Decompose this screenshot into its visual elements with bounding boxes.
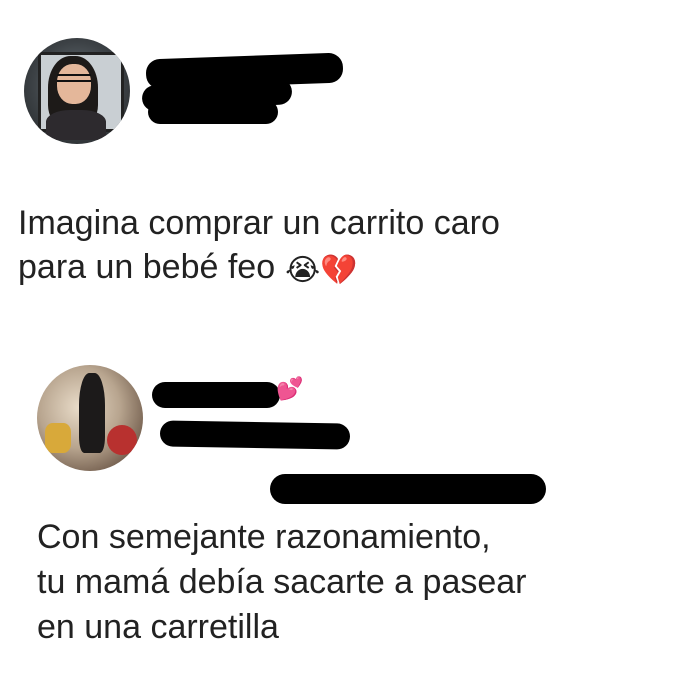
avatar-figure	[79, 373, 105, 453]
avatar-shirt	[46, 110, 106, 140]
two-hearts-emoji-icon: 💕	[276, 376, 304, 401]
broken-heart-emoji-icon: 💔	[320, 254, 358, 287]
post-text-line-2: para un bebé feo	[18, 248, 276, 286]
avatar-detail	[45, 423, 71, 453]
redacted-mention	[270, 474, 546, 504]
post-text: Imagina comprar un carrito caro para un …	[18, 201, 688, 293]
post-1: Imagina comprar un carrito caro para un …	[0, 0, 700, 350]
post-text-line-1: Imagina comprar un carrito caro	[18, 204, 500, 242]
post-text: Con semejante razonamiento, tu mamá debí…	[37, 515, 687, 650]
avatar-glasses	[57, 74, 91, 82]
post-2: 💕 Con semejante razonamiento, tu mamá de…	[0, 350, 700, 695]
redacted-handle	[159, 420, 351, 450]
avatar[interactable]	[24, 38, 130, 144]
crying-face-emoji-icon: 😭	[285, 254, 321, 287]
redacted-username	[152, 382, 280, 408]
post-text-line-3: en una carretilla	[37, 608, 279, 646]
avatar[interactable]	[37, 365, 143, 471]
avatar-face	[57, 64, 91, 104]
post-text-line-1: Con semejante razonamiento,	[37, 518, 491, 556]
avatar-detail	[107, 425, 137, 455]
redacted-handle	[148, 100, 278, 124]
post-text-line-2: tu mamá debía sacarte a pasear	[37, 563, 527, 601]
